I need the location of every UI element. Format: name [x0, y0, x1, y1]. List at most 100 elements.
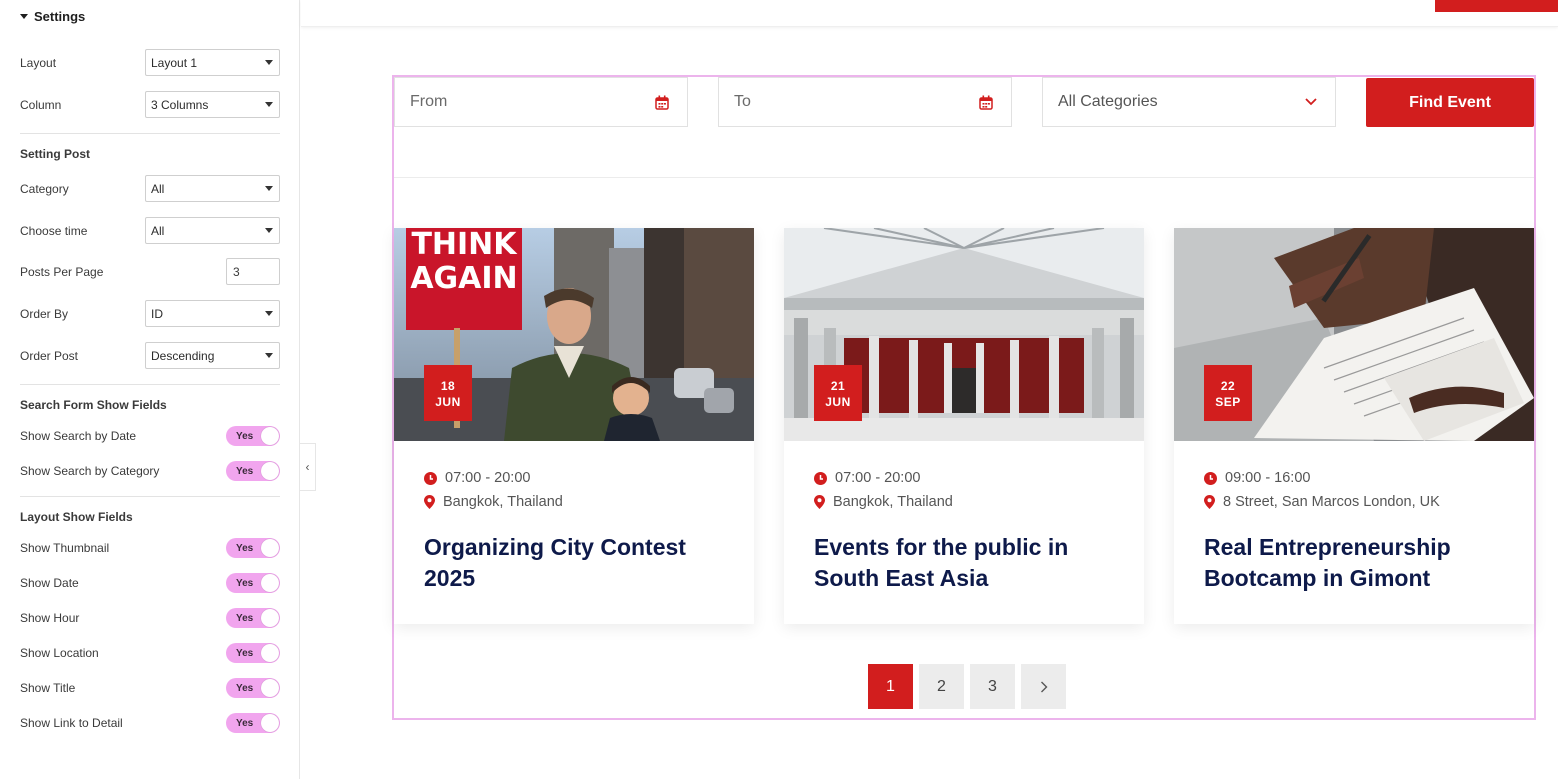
- toggle-row: Show Link to Detail Yes: [20, 713, 280, 733]
- event-location-text: 8 Street, San Marcos London, UK: [1223, 494, 1440, 510]
- toggle-knob: [261, 539, 279, 557]
- from-placeholder: From: [410, 93, 448, 110]
- caret-down-icon: [20, 13, 28, 19]
- event-date-badge: 21 JUN: [814, 365, 862, 421]
- page-button-2[interactable]: 2: [919, 664, 964, 709]
- map-pin-icon: [1204, 495, 1215, 509]
- page-button-1[interactable]: 1: [868, 664, 913, 709]
- caret-down-icon: [265, 60, 273, 65]
- event-month: JUN: [825, 395, 851, 409]
- show-date-toggle[interactable]: Yes: [226, 573, 280, 593]
- posts-per-page-input[interactable]: 3: [226, 258, 280, 285]
- order-by-label: Order By: [20, 306, 69, 321]
- event-month: SEP: [1215, 395, 1241, 409]
- toggle-value: Yes: [236, 647, 254, 659]
- order-by-select[interactable]: ID: [145, 300, 280, 327]
- toggle-label: Show Location: [20, 646, 99, 660]
- event-time-text: 07:00 - 20:00: [445, 470, 531, 486]
- find-event-button[interactable]: Find Event: [1366, 78, 1534, 127]
- category-select[interactable]: All: [145, 175, 280, 202]
- next-page-button[interactable]: [1021, 664, 1066, 709]
- toggle-knob: [261, 574, 279, 592]
- toggle-row: Show Hour Yes: [20, 608, 280, 628]
- toggle-label: Show Thumbnail: [20, 541, 110, 555]
- show-search-date-toggle[interactable]: Yes: [226, 426, 280, 446]
- search-fields-title: Search Form Show Fields: [20, 398, 167, 412]
- event-time-text: 09:00 - 16:00: [1225, 470, 1311, 486]
- event-day: 18: [440, 379, 456, 393]
- event-card[interactable]: 22 SEP 09:00 - 16:00 8 Street, San Marco…: [1174, 228, 1534, 624]
- layout-select[interactable]: Layout 1: [145, 49, 280, 76]
- site-header: [301, 0, 1558, 27]
- to-date-input[interactable]: To: [718, 77, 1012, 127]
- clock-icon: [424, 471, 437, 485]
- event-day: 22: [1220, 379, 1236, 393]
- toggle-label: Show Date: [20, 576, 79, 590]
- category-dropdown[interactable]: All Categories: [1042, 77, 1336, 127]
- choose-time-label: Choose time: [20, 223, 88, 238]
- to-placeholder: To: [734, 93, 751, 110]
- divider: [394, 177, 1534, 178]
- toggle-value: Yes: [236, 430, 254, 442]
- toggle-value: Yes: [236, 612, 254, 624]
- toggle-knob: [261, 609, 279, 627]
- toggle-row: Show Date Yes: [20, 573, 280, 593]
- calendar-icon: [979, 95, 993, 110]
- event-location: Bangkok, Thailand: [424, 494, 563, 510]
- toggle-knob: [261, 427, 279, 445]
- event-day: 21: [830, 379, 846, 393]
- show-link-detail-toggle[interactable]: Yes: [226, 713, 280, 733]
- toggle-label: Show Search by Date: [20, 429, 137, 443]
- event-title[interactable]: Events for the public in South East Asia: [814, 532, 1114, 594]
- toggle-knob: [261, 462, 279, 480]
- settings-section-header[interactable]: Settings: [20, 8, 85, 24]
- order-post-select-value: Descending: [151, 348, 215, 363]
- category-control: Category All: [20, 175, 280, 202]
- event-date-badge: 18 JUN: [424, 365, 472, 421]
- choose-time-select-value: All: [151, 223, 165, 238]
- layout-label: Layout: [20, 55, 57, 70]
- show-title-toggle[interactable]: Yes: [226, 678, 280, 698]
- show-hour-toggle[interactable]: Yes: [226, 608, 280, 628]
- toggle-knob: [261, 714, 279, 732]
- event-month: JUN: [435, 395, 461, 409]
- event-location-text: Bangkok, Thailand: [833, 494, 953, 510]
- settings-sidebar: Settings Layout Layout 1 Column 3 Column…: [0, 0, 300, 779]
- chevron-right-icon: [1040, 681, 1047, 692]
- caret-down-icon: [265, 353, 273, 358]
- page-button-3[interactable]: 3: [970, 664, 1015, 709]
- svg-text:THINK: THINK: [411, 228, 518, 262]
- toggle-label: Show Title: [20, 681, 76, 695]
- toggle-row: Show Search by Date Yes: [20, 426, 280, 446]
- choose-time-select[interactable]: All: [145, 217, 280, 244]
- event-location-text: Bangkok, Thailand: [443, 494, 563, 510]
- divider: [20, 496, 280, 497]
- event-title[interactable]: Organizing City Contest 2025: [424, 532, 724, 594]
- toggle-row: Show Location Yes: [20, 643, 280, 663]
- from-date-input[interactable]: From: [394, 77, 688, 127]
- collapse-sidebar-button[interactable]: ‹: [300, 443, 316, 491]
- toggle-label: Show Hour: [20, 611, 80, 625]
- layout-select-value: Layout 1: [151, 55, 198, 70]
- event-card[interactable]: THINK AGAIN 18 JUN 07:00 - 20:00 Bangkok…: [394, 228, 754, 624]
- toggle-row: Show Title Yes: [20, 678, 280, 698]
- chevron-down-icon: [1305, 98, 1317, 106]
- show-thumbnail-toggle[interactable]: Yes: [226, 538, 280, 558]
- toggle-row: Show Thumbnail Yes: [20, 538, 280, 558]
- show-search-category-toggle[interactable]: Yes: [226, 461, 280, 481]
- toggle-row: Show Search by Category Yes: [20, 461, 280, 481]
- event-card[interactable]: 21 JUN 07:00 - 20:00 Bangkok, Thailand E…: [784, 228, 1144, 624]
- caret-down-icon: [265, 102, 273, 107]
- divider: [20, 133, 280, 134]
- header-button[interactable]: [1435, 0, 1558, 12]
- posts-per-page-control: Posts Per Page 3: [20, 258, 280, 285]
- show-location-toggle[interactable]: Yes: [226, 643, 280, 663]
- order-post-select[interactable]: Descending: [145, 342, 280, 369]
- event-title[interactable]: Real Entrepreneurship Bootcamp in Gimont: [1204, 532, 1504, 594]
- toggle-value: Yes: [236, 542, 254, 554]
- column-select[interactable]: 3 Columns: [145, 91, 280, 118]
- clock-icon: [1204, 471, 1217, 485]
- event-time: 09:00 - 16:00: [1204, 470, 1310, 486]
- order-post-control: Order Post Descending: [20, 342, 280, 369]
- map-pin-icon: [814, 495, 825, 509]
